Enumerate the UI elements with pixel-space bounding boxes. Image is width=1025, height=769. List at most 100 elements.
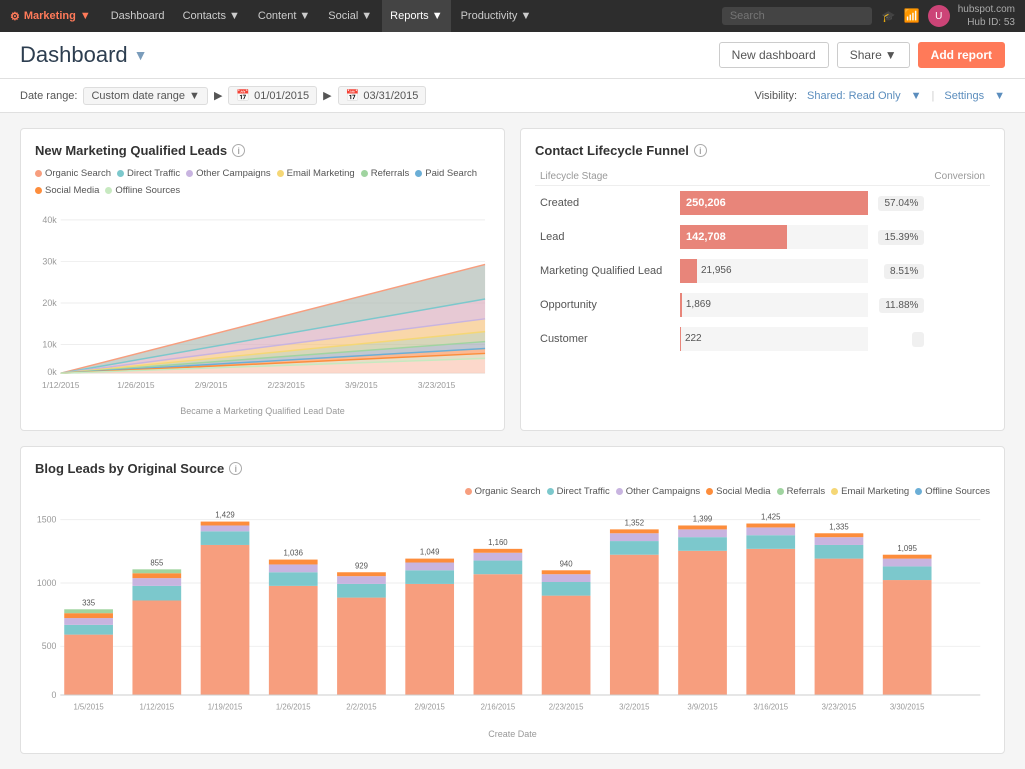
blog-legend-label-social: Social Media (716, 486, 770, 497)
blog-legend-dot-other (616, 488, 623, 495)
date-range-type[interactable]: Custom date range ▼ (83, 87, 207, 105)
settings-link[interactable]: Settings (944, 90, 984, 102)
search-input[interactable] (722, 7, 872, 25)
svg-text:2/23/2015: 2/23/2015 (549, 703, 584, 712)
page-title: Dashboard ▼ (20, 42, 148, 68)
bar-g11-organic (746, 549, 795, 695)
title-caret[interactable]: ▼ (134, 47, 148, 63)
blog-card-title: Blog Leads by Original Source i (35, 461, 990, 476)
bar-g12-organic (815, 559, 864, 695)
mql-title-text: New Marketing Qualified Leads (35, 143, 227, 158)
bar-g13-other (883, 559, 932, 567)
svg-text:1,036: 1,036 (283, 549, 302, 558)
end-date-picker[interactable]: 📅 03/31/2015 (338, 86, 427, 105)
legend-label-paid: Paid Search (425, 168, 477, 179)
nav-contacts[interactable]: Contacts ▼ (175, 0, 248, 32)
svg-text:1/12/2015: 1/12/2015 (139, 703, 174, 712)
conversion-created: 57.04% (873, 186, 929, 221)
svg-text:1,429: 1,429 (215, 511, 234, 520)
svg-text:0k: 0k (47, 367, 57, 377)
visibility-value[interactable]: Shared: Read Only (807, 90, 901, 102)
bar-g1-referrals (64, 609, 113, 613)
svg-text:940: 940 (560, 559, 574, 568)
legend-dot-paid (415, 170, 422, 177)
funnel-info-icon[interactable]: i (694, 144, 707, 157)
bar-g3-other (201, 525, 250, 531)
svg-text:1000: 1000 (37, 578, 57, 588)
nav-reports[interactable]: Reports ▼ (382, 0, 450, 32)
education-icon[interactable]: 🎓 (882, 10, 896, 23)
date-range-label: Date range: (20, 90, 77, 102)
svg-text:2/16/2015: 2/16/2015 (481, 703, 516, 712)
bar-g7-social (474, 549, 523, 553)
svg-text:2/2/2015: 2/2/2015 (346, 703, 376, 712)
date-bar: Date range: Custom date range ▼ ▶ 📅 01/0… (0, 79, 1025, 113)
blog-legend-dot-email (831, 488, 838, 495)
bar-g7-organic (474, 574, 523, 695)
conversion-lead: 15.39% (873, 220, 929, 254)
bar-g5-organic (337, 598, 386, 695)
svg-text:30k: 30k (42, 256, 57, 266)
share-button[interactable]: Share ▼ (837, 42, 910, 68)
bar-g2-organic (132, 601, 181, 696)
blog-legend-referrals: Referrals (777, 486, 826, 497)
nav-social[interactable]: Social ▼ (320, 0, 380, 32)
blog-legend-label-offline: Offline Sources (925, 486, 990, 497)
bar-mql: 21,956 (675, 254, 873, 288)
legend-label-organic: Organic Search (45, 168, 111, 179)
blog-x-label: Create Date (35, 729, 990, 739)
bar-opportunity: 1,869 (675, 288, 873, 322)
blog-info-icon[interactable]: i (229, 462, 242, 475)
funnel-title-text: Contact Lifecycle Funnel (535, 143, 689, 158)
svg-text:1,425: 1,425 (761, 513, 780, 522)
start-date-picker[interactable]: 📅 01/01/2015 (228, 86, 317, 105)
count-lead: 142,708 (686, 231, 726, 243)
bar-g6-social (405, 559, 454, 563)
count-mql: 21,956 (697, 259, 732, 283)
svg-text:2/9/2015: 2/9/2015 (195, 380, 228, 390)
bar-g6-organic (405, 584, 454, 695)
bar-g13-organic (883, 580, 932, 695)
bar-g6-other (405, 563, 454, 571)
funnel-row-opportunity: Opportunity 1,869 11.88% (535, 288, 990, 322)
mql-card-title: New Marketing Qualified Leads i (35, 143, 490, 158)
range-caret: ▼ (189, 90, 200, 102)
funnel-row-mql: Marketing Qualified Lead 21,956 8.51% (535, 254, 990, 288)
legend-label-offline: Offline Sources (115, 185, 180, 196)
mql-info-icon[interactable]: i (232, 144, 245, 157)
badge-lead: 15.39% (878, 230, 924, 245)
add-report-button[interactable]: Add report (918, 42, 1005, 68)
end-date-value: 03/31/2015 (363, 90, 418, 102)
svg-text:3/30/2015: 3/30/2015 (890, 703, 925, 712)
blog-legend-label-other: Other Campaigns (626, 486, 700, 497)
nav-content[interactable]: Content ▼ (250, 0, 318, 32)
bar-g7-other (474, 553, 523, 561)
nav-dashboard[interactable]: Dashboard (103, 0, 173, 32)
conversion-mql: 8.51% (873, 254, 929, 288)
nav-productivity[interactable]: Productivity ▼ (453, 0, 540, 32)
legend-label-social: Social Media (45, 185, 99, 196)
new-dashboard-button[interactable]: New dashboard (719, 42, 829, 68)
col-conversion: Conversion (929, 168, 990, 186)
brand-name: Marketing (24, 10, 76, 22)
svg-text:3/16/2015: 3/16/2015 (753, 703, 788, 712)
bar-g11-direct (746, 535, 795, 549)
conversion-opportunity: 11.88% (873, 288, 929, 322)
blog-legend-organic: Organic Search (465, 486, 541, 497)
svg-text:40k: 40k (42, 215, 57, 225)
bar-g10-organic (678, 551, 727, 695)
brand-logo[interactable]: ⚙ Marketing ▼ (10, 10, 91, 23)
badge-customer (912, 332, 924, 347)
legend-dot-organic (35, 170, 42, 177)
avatar[interactable]: U (928, 5, 950, 27)
stage-customer: Customer (535, 322, 675, 356)
bar-g1-social (64, 613, 113, 618)
bar-g4-social (269, 560, 318, 565)
legend-referrals: Referrals (361, 168, 410, 179)
signal-icon[interactable]: 📶 (904, 8, 920, 24)
funnel-row-customer: Customer 222 (535, 322, 990, 356)
bar-g10-other (678, 529, 727, 537)
svg-text:1/26/2015: 1/26/2015 (117, 380, 155, 390)
mql-chart-card: New Marketing Qualified Leads i Organic … (20, 128, 505, 431)
bar-g4-direct (269, 572, 318, 586)
